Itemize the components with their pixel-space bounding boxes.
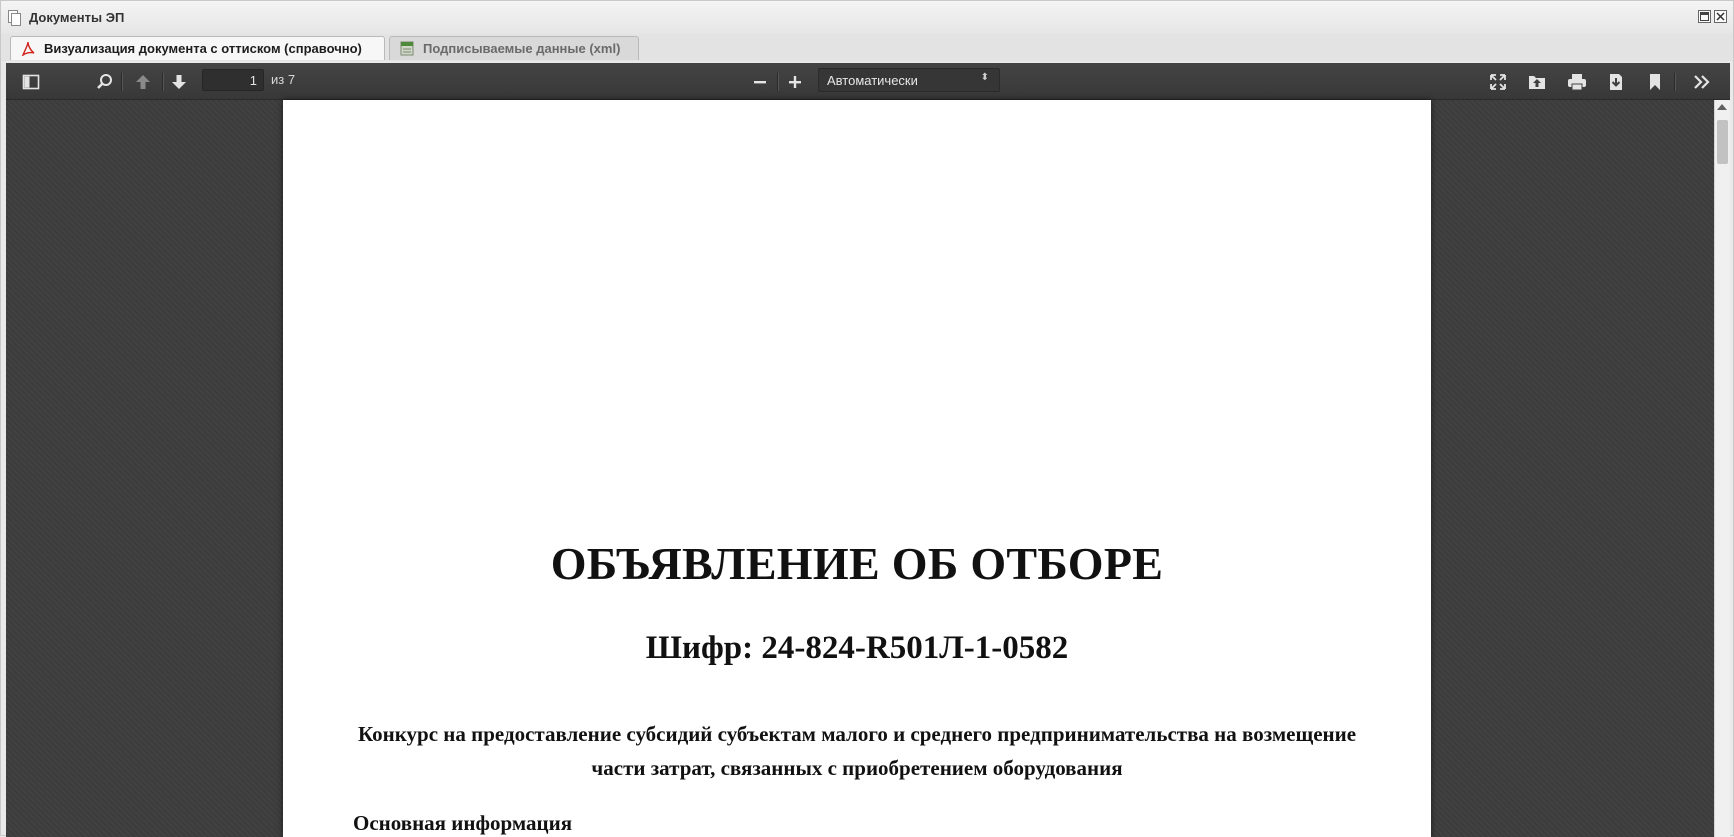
previous-page-button[interactable] [132, 71, 154, 93]
bookmark-icon [1650, 74, 1660, 90]
open-file-icon [1529, 76, 1545, 89]
arrow-up-icon [136, 75, 150, 89]
tab-bar: Визуализация документа с оттиском (справ… [1, 34, 1733, 61]
toolbar-separator [1674, 73, 1676, 91]
toolbar-separator [121, 73, 123, 91]
tab-signed-data-xml[interactable]: Подписываемые данные (xml) [389, 36, 639, 60]
pdf-toolbar: из 7 Автоматически ⬍ [6, 63, 1730, 100]
scrollbar-thumb[interactable] [1717, 120, 1728, 164]
search-icon [97, 74, 112, 89]
tab-label: Подписываемые данные (xml) [423, 41, 621, 56]
document-code: Шифр: 24-824-R501Л-1-0582 [645, 630, 1069, 666]
maximize-button[interactable] [1698, 10, 1711, 23]
zoom-in-button[interactable] [784, 71, 806, 93]
plus-icon [789, 76, 801, 88]
fullscreen-icon [1490, 74, 1506, 90]
window-titlebar: Документы ЭП [1, 1, 1733, 35]
zoom-out-button[interactable] [749, 71, 771, 93]
pdf-page: ОБЪЯВЛЕНИЕ ОБ ОТБОРЕ Шифр: 24-824-R501Л-… [283, 100, 1431, 837]
tab-document-visualization[interactable]: Визуализация документа с оттиском (справ… [10, 36, 385, 60]
sidebar-icon [22, 74, 40, 90]
toolbar-separator [777, 73, 779, 91]
documents-window: Документы ЭП Визуализация документа с от… [0, 0, 1734, 837]
minus-icon [754, 81, 766, 84]
zoom-select-value: Автоматически [827, 73, 918, 88]
close-button[interactable] [1714, 10, 1727, 23]
select-arrows-icon: ⬍ [980, 72, 989, 83]
scroll-up-arrow-icon[interactable] [1717, 104, 1727, 110]
open-file-button[interactable] [1526, 71, 1548, 93]
xml-file-icon [400, 41, 414, 56]
page-count-label: из 7 [271, 72, 296, 87]
document-description: Конкурс на предоставление субсидий субъе… [357, 722, 1357, 780]
tools-menu-button[interactable] [1691, 71, 1713, 93]
document-title: ОБЪЯВЛЕНИЕ ОБ ОТБОРЕ [550, 538, 1164, 589]
next-page-button[interactable] [168, 71, 190, 93]
download-icon [1610, 74, 1622, 90]
section-heading: Основная информация [353, 811, 573, 835]
documents-icon [8, 10, 22, 26]
presentation-mode-button[interactable] [1487, 71, 1509, 93]
toggle-sidebar-button[interactable] [20, 71, 42, 93]
pdf-viewer: из 7 Автоматически ⬍ [6, 63, 1730, 837]
arrow-down-icon [172, 75, 186, 89]
print-button[interactable] [1566, 71, 1588, 93]
print-icon [1568, 74, 1586, 91]
double-chevron-right-icon [1694, 75, 1710, 89]
page-number-input[interactable] [202, 69, 264, 91]
tab-label: Визуализация документа с оттиском (справ… [44, 41, 362, 56]
zoom-select[interactable]: Автоматически ⬍ [818, 68, 1000, 92]
document-canvas[interactable]: ОБЪЯВЛЕНИЕ ОБ ОТБОРЕ Шифр: 24-824-R501Л-… [6, 100, 1714, 837]
vertical-scrollbar[interactable] [1714, 100, 1730, 837]
window-title: Документы ЭП [29, 10, 125, 25]
toolbar-separator [162, 73, 164, 91]
bookmark-button[interactable] [1644, 71, 1666, 93]
find-button[interactable] [94, 71, 116, 93]
pdf-icon [21, 41, 35, 57]
download-button[interactable] [1605, 71, 1627, 93]
